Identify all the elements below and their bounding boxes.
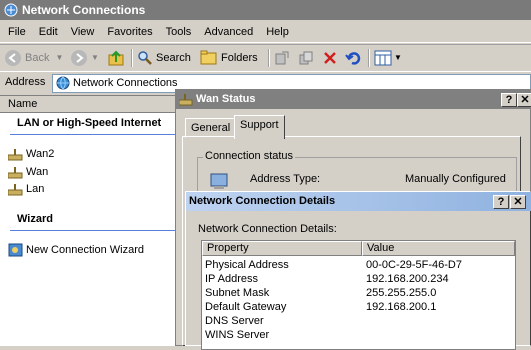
column-header-name[interactable]: Name (0, 96, 180, 113)
property-cell: Subnet Mask (205, 287, 270, 299)
connection-label: Wan (26, 166, 49, 178)
address-type-value: Manually Configured (405, 173, 506, 185)
menu-file[interactable]: File (3, 21, 31, 43)
tab-support[interactable]: Support (234, 115, 285, 139)
column-header-property[interactable]: Property (202, 241, 362, 256)
property-cell: Physical Address (205, 259, 289, 271)
list-item[interactable]: Physical Address 00-0C-29-5F-46-D7 (205, 258, 505, 272)
details-titlebar: Network Connection Details (186, 192, 531, 211)
delete-button[interactable] (322, 47, 338, 69)
list-item[interactable]: DNS Server (205, 314, 505, 328)
move-to-button[interactable] (274, 47, 290, 69)
window-title: Network Connections (22, 3, 146, 17)
property-cell: Default Gateway (205, 301, 287, 313)
chevron-down-icon: ▼ (394, 53, 402, 62)
list-item[interactable]: WINS Server (205, 328, 505, 342)
value-cell: 00-0C-29-5F-46-D7 (366, 259, 462, 271)
group-divider (10, 230, 180, 231)
connection-details-dialog: Network Connection Details ? ✕ Network C… (185, 191, 531, 350)
new-connection-wizard-item[interactable]: New Connection Wizard (8, 243, 144, 257)
address-label: Address (5, 76, 46, 88)
up-folder-button[interactable] (107, 47, 125, 69)
menu-bar: File Edit View Favorites Tools Advanced Help (0, 21, 531, 43)
connection-item-lan[interactable]: Lan (8, 182, 44, 196)
connection-status-icon (210, 173, 228, 189)
connection-item-wan2[interactable]: Wan2 (8, 147, 54, 161)
help-button[interactable]: ? (493, 195, 509, 209)
forward-button[interactable]: ▼ (70, 47, 99, 69)
copy-to-button[interactable] (298, 47, 314, 69)
search-label: Search (156, 52, 191, 64)
network-icon (4, 3, 18, 17)
wizard-label: New Connection Wizard (26, 244, 144, 256)
network-connection-icon (8, 149, 23, 161)
search-icon (138, 51, 152, 65)
window-titlebar: Network Connections (0, 0, 531, 20)
list-item[interactable]: IP Address 192.168.200.234 (205, 272, 505, 286)
connection-label: Lan (26, 183, 45, 195)
undo-icon (345, 52, 361, 65)
views-grid-icon (374, 50, 392, 66)
wizard-icon (8, 243, 23, 257)
group-header-wizard: Wizard (17, 213, 53, 225)
list-item[interactable]: Default Gateway 192.168.200.1 (205, 300, 505, 314)
chevron-down-icon: ▼ (55, 53, 64, 62)
property-cell: DNS Server (205, 315, 264, 327)
menu-favorites[interactable]: Favorites (102, 21, 157, 43)
chevron-down-icon: ▼ (91, 53, 99, 62)
property-cell: WINS Server (205, 329, 270, 341)
group-divider (10, 134, 180, 135)
undo-button[interactable] (345, 47, 361, 69)
property-cell: IP Address (205, 273, 258, 285)
tab-general[interactable]: General (185, 118, 237, 138)
views-button[interactable]: ▼ (374, 47, 402, 69)
wan-status-titlebar: Wan Status (176, 90, 531, 109)
network-connections-icon (56, 76, 70, 90)
details-subtitle: Network Connection Details: (198, 223, 337, 235)
menu-view[interactable]: View (66, 21, 100, 43)
menu-edit[interactable]: Edit (34, 21, 63, 43)
address-value: Network Connections (73, 77, 178, 89)
network-connection-icon (179, 94, 193, 106)
folders-button[interactable]: Folders (200, 47, 258, 69)
menu-tools[interactable]: Tools (161, 21, 197, 43)
folders-label: Folders (221, 52, 258, 64)
column-header-value[interactable]: Value (362, 241, 515, 256)
connection-item-wan[interactable]: Wan (8, 165, 48, 179)
help-button[interactable]: ? (501, 93, 517, 107)
move-to-icon (275, 51, 289, 65)
connection-label: Wan2 (26, 148, 55, 160)
menu-help[interactable]: Help (261, 21, 294, 43)
list-item[interactable]: Subnet Mask 255.255.255.0 (205, 286, 505, 300)
back-arrow-icon (5, 50, 21, 66)
close-button[interactable]: ✕ (510, 195, 526, 209)
back-label: Back (25, 52, 50, 64)
network-connection-icon (8, 167, 23, 179)
close-button[interactable]: ✕ (517, 93, 531, 107)
connection-status-label: Connection status (203, 150, 296, 162)
details-list[interactable]: Property Value Physical Address 00-0C-29-… (201, 240, 516, 350)
copy-to-icon (299, 51, 313, 65)
network-connection-icon (8, 184, 23, 196)
forward-arrow-icon (71, 50, 87, 66)
folder-up-icon (108, 50, 124, 66)
wan-status-title: Wan Status (196, 93, 256, 105)
details-title: Network Connection Details (189, 195, 336, 207)
value-cell: 255.255.255.0 (366, 287, 437, 299)
value-cell: 192.168.200.1 (366, 301, 437, 313)
folders-icon (200, 50, 217, 65)
address-type-label: Address Type: (250, 173, 321, 185)
menu-advanced[interactable]: Advanced (199, 21, 258, 43)
toolbar: Back ▼ ▼ Search Folders ▼ (0, 44, 531, 70)
delete-x-icon (324, 52, 336, 64)
search-button[interactable]: Search (137, 47, 191, 69)
value-cell: 192.168.200.234 (366, 273, 449, 285)
group-header-lan: LAN or High-Speed Internet (17, 117, 162, 129)
back-button[interactable]: Back ▼ (4, 47, 63, 69)
